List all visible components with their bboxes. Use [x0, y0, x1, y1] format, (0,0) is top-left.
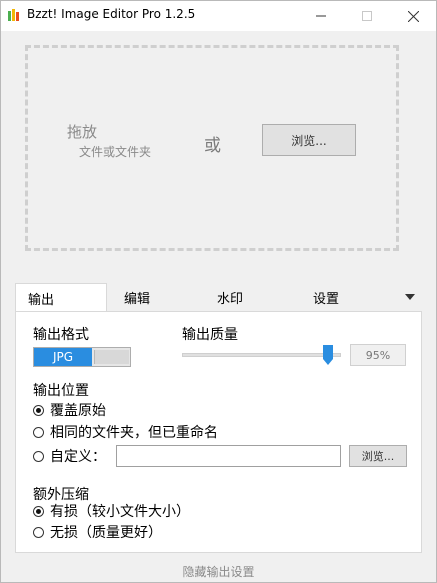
hide-output-settings-link[interactable]: 隐藏输出设置 [1, 563, 436, 580]
radio-overwrite-label: 覆盖原始 [50, 403, 106, 419]
output-location-label: 输出位置 [33, 383, 89, 399]
output-panel: 输出格式 输出质量 JPG 95% 输出位置 覆盖原始 相同的文件夹，但已重命名… [15, 311, 422, 553]
close-icon [407, 10, 419, 22]
radio-lossy-indicator[interactable] [33, 505, 44, 517]
window-title: Bzzt! Image Editor Pro 1.2.5 [27, 7, 196, 21]
radio-same-folder-indicator[interactable] [33, 426, 44, 438]
quality-slider-track[interactable] [182, 353, 341, 357]
radio-same-folder-label: 相同的文件夹，但已重命名 [50, 425, 218, 441]
radio-custom-indicator[interactable] [33, 450, 44, 462]
custom-path-input[interactable] [116, 445, 341, 467]
tab-output[interactable]: 输出 [15, 283, 107, 313]
title-bar[interactable]: Bzzt! Image Editor Pro 1.2.5 [1, 1, 436, 31]
radio-lossy[interactable]: 有损（较小文件大小） [33, 501, 190, 521]
minimize-button[interactable] [298, 1, 344, 31]
quality-value: 95% [350, 344, 406, 366]
radio-custom[interactable]: 自定义： [33, 446, 106, 466]
radio-custom-label: 自定义： [50, 449, 106, 465]
custom-browse-button[interactable]: 浏览... [349, 445, 407, 467]
tab-edit[interactable]: 编辑 [124, 283, 150, 311]
format-value: JPG [34, 348, 92, 366]
radio-lossless-indicator[interactable] [33, 526, 44, 538]
browse-files-button[interactable]: 浏览... [262, 124, 356, 156]
drop-zone-subtitle: 文件或文件夹 [79, 145, 152, 159]
maximize-button[interactable] [344, 1, 390, 31]
tab-watermark[interactable]: 水印 [217, 283, 243, 311]
format-toggle[interactable]: JPG [33, 347, 131, 367]
app-logo-icon [8, 9, 19, 21]
radio-overwrite-indicator[interactable] [33, 404, 44, 416]
radio-lossless[interactable]: 无损（质量更好） [33, 522, 162, 542]
toggle-knob [94, 350, 129, 364]
drop-zone-or: 或 [204, 136, 221, 156]
minimize-icon [316, 15, 326, 17]
output-quality-label: 输出质量 [182, 327, 238, 343]
radio-lossy-label: 有损（较小文件大小） [50, 504, 190, 520]
quality-slider-thumb[interactable] [323, 345, 333, 365]
drop-zone-title: 拖放 [67, 123, 98, 141]
radio-same-folder-renamed[interactable]: 相同的文件夹，但已重命名 [33, 422, 218, 442]
radio-overwrite[interactable]: 覆盖原始 [33, 400, 106, 420]
maximize-icon [362, 11, 372, 21]
drop-zone[interactable]: 拖放 文件或文件夹 或 浏览... [1, 31, 436, 289]
radio-lossless-label: 无损（质量更好） [50, 525, 162, 541]
close-button[interactable] [390, 1, 436, 31]
tab-settings[interactable]: 设置 [313, 283, 339, 311]
output-format-label: 输出格式 [33, 327, 89, 343]
tab-bar: 输出 编辑 水印 设置 [1, 283, 436, 313]
app-window: Bzzt! Image Editor Pro 1.2.5 拖放 文件或文件夹 或… [0, 0, 437, 583]
tab-dropdown-icon[interactable] [403, 291, 417, 303]
